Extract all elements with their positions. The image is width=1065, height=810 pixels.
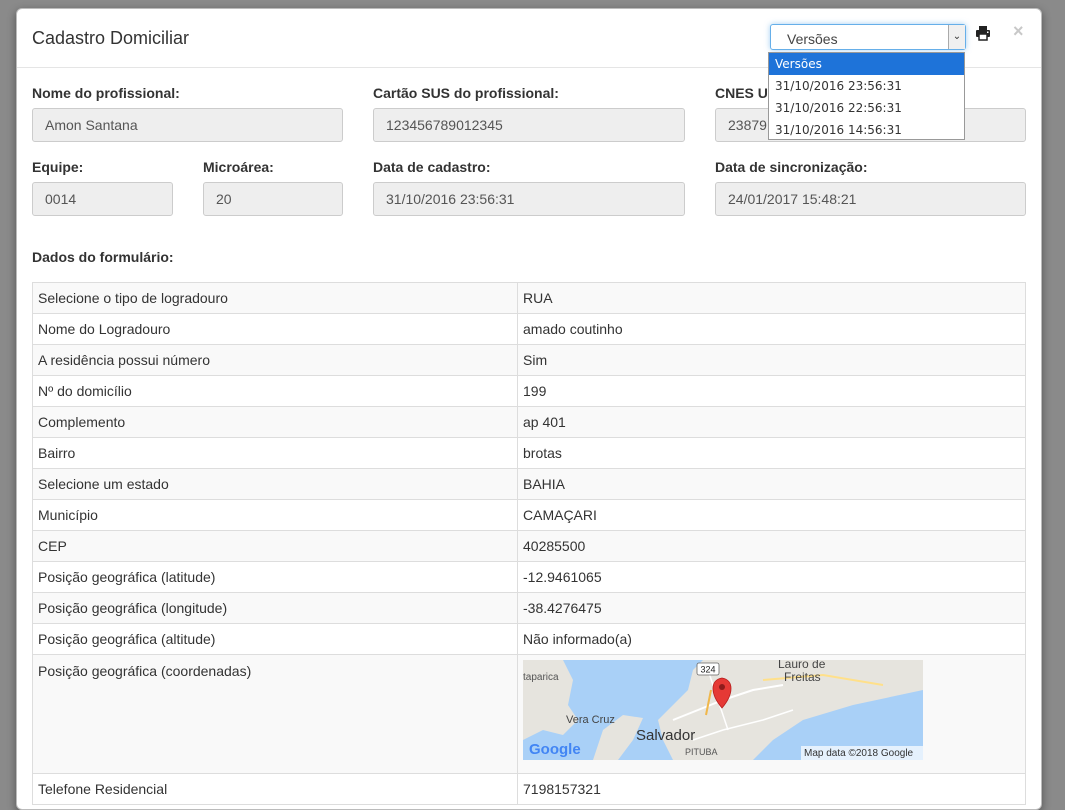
- row-key: CEP: [32, 530, 518, 562]
- nome-profissional-field: Amon Santana: [32, 108, 343, 142]
- versions-select[interactable]: Versões ⌄: [770, 24, 966, 50]
- row-key: Posição geográfica (altitude): [32, 623, 518, 655]
- road-label: 324: [700, 665, 715, 675]
- row-key: Posição geográfica (coordenadas): [32, 654, 518, 774]
- row-key: Nome do Logradouro: [32, 313, 518, 345]
- versions-option[interactable]: 31/10/2016 22:56:31: [769, 97, 964, 119]
- row-value: 199: [517, 375, 1026, 407]
- versions-option[interactable]: 31/10/2016 23:56:31: [769, 75, 964, 97]
- chevron-down-icon: ⌄: [948, 25, 965, 49]
- row-value: CAMAÇARI: [517, 499, 1026, 531]
- microarea-field: 20: [203, 182, 343, 216]
- table-row: A residência possui número Sim: [32, 344, 1026, 376]
- data-sincronizacao-field: 24/01/2017 15:48:21: [715, 182, 1026, 216]
- table-row-map: Posição geográfica (coordenadas) 324 tap…: [32, 654, 1026, 774]
- row-value: 324 taparica Vera Cruz Lauro de Freitas …: [517, 654, 1026, 774]
- row-key: Posição geográfica (longitude): [32, 592, 518, 624]
- row-value: amado coutinho: [517, 313, 1026, 345]
- map-label-pituba: PITUBA: [685, 747, 718, 757]
- row-key: Complemento: [32, 406, 518, 438]
- table-row: Posição geográfica (longitude) -38.427647…: [32, 592, 1026, 624]
- table-row: Posição geográfica (altitude) Não informa…: [32, 623, 1026, 655]
- form-data-table: Selecione o tipo de logradouro RUA Nome do…: [32, 282, 1026, 805]
- table-row: Município CAMAÇARI: [32, 499, 1026, 531]
- microarea-label: Microárea:: [203, 159, 274, 175]
- table-row: CEP 40285500: [32, 530, 1026, 562]
- row-value: 7198157321: [517, 773, 1026, 805]
- row-value: 40285500: [517, 530, 1026, 562]
- form-section-title: Dados do formulário:: [32, 249, 174, 265]
- table-row: Complemento ap 401: [32, 406, 1026, 438]
- map-label-lauro2: Freitas: [784, 670, 821, 684]
- row-key: Selecione o tipo de logradouro: [32, 282, 518, 314]
- data-sincronizacao-label: Data de sincronização:: [715, 159, 868, 175]
- table-row: Bairro brotas: [32, 437, 1026, 469]
- versions-dropdown: Versões 31/10/2016 23:56:31 31/10/2016 22:…: [768, 52, 965, 140]
- table-row: Posição geográfica (latitude) -12.9461065: [32, 561, 1026, 593]
- nome-profissional-label: Nome do profissional:: [32, 85, 180, 101]
- cnes-label: CNES U: [715, 85, 768, 101]
- close-icon[interactable]: ×: [1013, 22, 1024, 40]
- row-key: Selecione um estado: [32, 468, 518, 500]
- print-icon[interactable]: [975, 25, 991, 41]
- table-row: Nome do Logradouro amado coutinho: [32, 313, 1026, 345]
- table-row: Selecione um estado BAHIA: [32, 468, 1026, 500]
- table-row: Selecione o tipo de logradouro RUA: [32, 282, 1026, 314]
- location-map[interactable]: 324 taparica Vera Cruz Lauro de Freitas …: [523, 660, 923, 760]
- row-key: Posição geográfica (latitude): [32, 561, 518, 593]
- row-value: BAHIA: [517, 468, 1026, 500]
- row-key: Nº do domicílio: [32, 375, 518, 407]
- data-cadastro-label: Data de cadastro:: [373, 159, 491, 175]
- google-logo: Google: [529, 741, 581, 758]
- row-value: Sim: [517, 344, 1026, 376]
- row-key: Bairro: [32, 437, 518, 469]
- map-graphic: 324 taparica Vera Cruz Lauro de Freitas …: [523, 660, 923, 760]
- row-value: brotas: [517, 437, 1026, 469]
- map-attribution: Map data ©2018 Google: [804, 748, 914, 759]
- cartao-sus-label: Cartão SUS do profissional:: [373, 85, 559, 101]
- equipe-field: 0014: [32, 182, 173, 216]
- table-row-telefone: Telefone Residencial 7198157321: [32, 773, 1026, 805]
- row-value: RUA: [517, 282, 1026, 314]
- map-label-vera-cruz: Vera Cruz: [566, 714, 615, 726]
- row-value: ap 401: [517, 406, 1026, 438]
- versions-option[interactable]: 31/10/2016 14:56:31: [769, 119, 964, 141]
- versions-selected-value: Versões: [787, 31, 838, 47]
- row-key: Município: [32, 499, 518, 531]
- row-value: Não informado(a): [517, 623, 1026, 655]
- row-value: -12.9461065: [517, 561, 1026, 593]
- cartao-sus-field: 123456789012345: [373, 108, 685, 142]
- equipe-label: Equipe:: [32, 159, 84, 175]
- table-row: Nº do domicílio 199: [32, 375, 1026, 407]
- map-label-salvador: Salvador: [636, 727, 695, 744]
- modal-title: Cadastro Domiciliar: [32, 28, 190, 48]
- map-label-itaparica: taparica: [523, 672, 559, 683]
- row-key: A residência possui número: [32, 344, 518, 376]
- row-value: -38.4276475: [517, 592, 1026, 624]
- row-key: Telefone Residencial: [32, 773, 518, 805]
- data-cadastro-field: 31/10/2016 23:56:31: [373, 182, 685, 216]
- versions-option[interactable]: Versões: [769, 53, 964, 75]
